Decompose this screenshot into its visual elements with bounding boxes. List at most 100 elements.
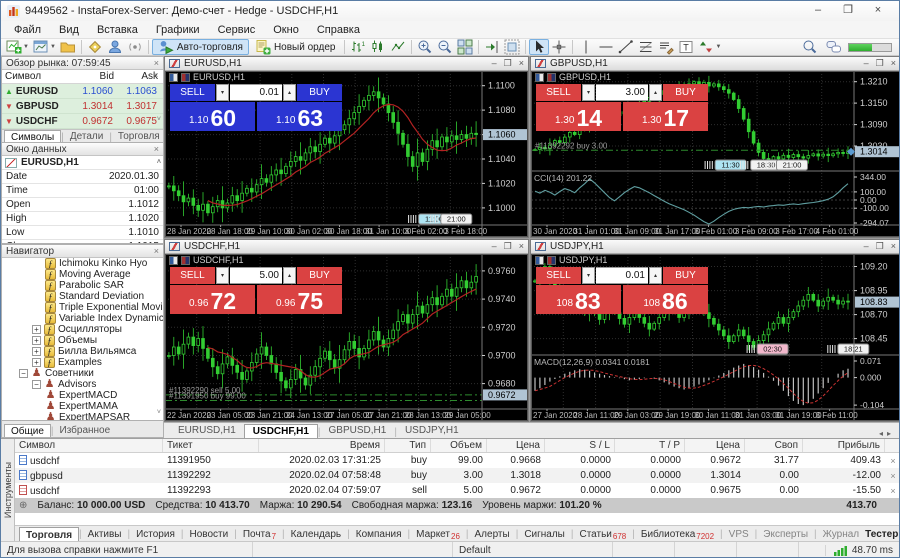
tile-windows-button[interactable]: [455, 39, 475, 55]
terminal-tab-Эксперты[interactable]: Эксперты: [757, 527, 814, 542]
expand-icon[interactable]: ⊕: [19, 500, 27, 511]
restore-icon[interactable]: ❐: [504, 241, 512, 252]
volume-input[interactable]: 3.00: [596, 84, 648, 101]
terminal-tab-Почта[interactable]: Почта7: [237, 527, 282, 542]
chart-window-titlebar[interactable]: GBPUSD,H1 – ❐ ×: [531, 57, 900, 71]
volume-increase-button[interactable]: ▴: [649, 84, 662, 101]
symbols-button[interactable]: [85, 39, 105, 55]
column-header-4[interactable]: Объем: [431, 439, 487, 452]
terminal-tab-Библиотека[interactable]: Библиотека7202: [635, 527, 720, 542]
buy-button[interactable]: BUY: [663, 267, 708, 284]
column-header-9[interactable]: Своп: [745, 439, 803, 452]
expand-toggle[interactable]: +: [32, 347, 41, 356]
chat-button[interactable]: [824, 39, 844, 55]
close-icon[interactable]: ×: [154, 59, 159, 68]
volume-input[interactable]: 0.01: [230, 84, 282, 101]
close-icon[interactable]: ×: [891, 58, 896, 69]
chart-tab-USDJPY,H1[interactable]: USDJPY,H1: [397, 424, 467, 438]
close-position-icon[interactable]: ×: [885, 456, 900, 466]
chart-canvas[interactable]: #11392290 sell 5.00#11391950 buy 99.000.…: [165, 254, 528, 421]
buy-button[interactable]: BUY: [297, 84, 342, 101]
cursor-button[interactable]: [529, 39, 549, 55]
expand-toggle[interactable]: +: [32, 325, 41, 334]
buy-button[interactable]: BUY: [663, 84, 708, 101]
volume-decrease-button[interactable]: ▾: [582, 267, 595, 284]
expand-toggle[interactable]: +: [32, 358, 41, 367]
signals-button[interactable]: [125, 39, 145, 55]
position-row[interactable]: usdchf 11392293 2020.02.04 07:59:07 sell…: [15, 483, 900, 498]
column-header-7[interactable]: T / P: [615, 439, 685, 452]
toolbox-side-tab[interactable]: Инструменты: [1, 439, 15, 542]
close-icon[interactable]: ×: [154, 247, 159, 256]
close-icon[interactable]: ×: [519, 241, 524, 252]
minimize-button[interactable]: –: [803, 3, 833, 19]
navigator-item[interactable]: +ƒОбъемы: [2, 335, 163, 346]
terminal-tab-Сигналы[interactable]: Сигналы: [518, 527, 571, 542]
tab-scroll-right-icon[interactable]: ▸: [887, 429, 895, 438]
data-folder-button[interactable]: [58, 39, 78, 55]
menu-5[interactable]: Окно: [264, 23, 308, 37]
terminal-tab-Статьи[interactable]: Статьи678: [573, 527, 632, 542]
expand-toggle[interactable]: −: [19, 369, 28, 378]
volume-increase-button[interactable]: ▴: [283, 267, 296, 284]
volume-decrease-button[interactable]: ▾: [216, 267, 229, 284]
status-profile[interactable]: Default: [453, 542, 613, 558]
menu-4[interactable]: Сервис: [209, 23, 265, 37]
chart-window-titlebar[interactable]: USDCHF,H1 – ❐ ×: [165, 240, 528, 254]
column-header-1[interactable]: Тикет: [163, 439, 259, 452]
navigator-item[interactable]: ♟ExpertMAMA: [2, 401, 163, 412]
column-header-5[interactable]: Цена: [487, 439, 545, 452]
navigator-item[interactable]: ƒTriple Exponential Movin: [2, 302, 163, 313]
sell-price-button[interactable]: 1.1060: [170, 102, 255, 131]
terminal-tab-Новости[interactable]: Новости: [183, 527, 234, 542]
close-icon[interactable]: ×: [891, 241, 896, 252]
expand-toggle[interactable]: −: [32, 380, 41, 389]
terminal-tab-Журнал[interactable]: Журнал: [817, 527, 866, 542]
fibo-button[interactable]: [636, 39, 656, 55]
menu-6[interactable]: Справка: [308, 23, 369, 37]
sell-button[interactable]: SELL: [536, 84, 581, 101]
navigator-item[interactable]: +ƒExamples: [2, 357, 163, 368]
chart-window-titlebar[interactable]: USDJPY,H1 – ❐ ×: [531, 240, 900, 254]
column-header-2[interactable]: Время: [259, 439, 385, 452]
volume-input[interactable]: 5.00: [230, 267, 282, 284]
close-icon[interactable]: ×: [154, 145, 159, 154]
column-header-3[interactable]: Тип: [385, 439, 431, 452]
sell-button[interactable]: SELL: [170, 267, 215, 284]
navigator-item[interactable]: ♟ExpertMACD: [2, 390, 163, 401]
new-chart-button[interactable]: ▼: [4, 39, 31, 55]
minimize-icon[interactable]: –: [864, 58, 869, 69]
navigator-item[interactable]: −♟Advisors: [2, 379, 163, 390]
chart-tab-EURUSD,H1[interactable]: EURUSD,H1: [170, 424, 244, 438]
column-header-8[interactable]: Цена: [685, 439, 745, 452]
navigator-tab-0[interactable]: Общие: [4, 424, 51, 437]
navigator-item[interactable]: ƒStandard Deviation: [2, 291, 163, 302]
volume-decrease-button[interactable]: ▾: [582, 84, 595, 101]
navigator-item[interactable]: ƒVariable Index Dynamic A: [2, 313, 163, 324]
sell-button[interactable]: SELL: [536, 267, 581, 284]
maximize-button[interactable]: ❐: [833, 3, 863, 19]
close-icon[interactable]: ×: [519, 58, 524, 69]
chart-canvas[interactable]: #11392292 buy 3.0011:3018:3021:001.32101…: [531, 71, 900, 237]
candles-button[interactable]: [368, 39, 388, 55]
autotrade-button[interactable]: Авто-торговля: [152, 39, 249, 55]
volume-decrease-button[interactable]: ▾: [216, 84, 229, 101]
navigator-item[interactable]: ♟ExpertMAPSAR: [2, 412, 163, 420]
search-button[interactable]: [800, 39, 820, 55]
terminal-tab-Компания[interactable]: Компания: [350, 527, 408, 542]
chart-tab-GBPUSD,H1[interactable]: GBPUSD,H1: [321, 424, 395, 438]
zoom-in-button[interactable]: [415, 39, 435, 55]
column-header-0[interactable]: Символ: [15, 439, 163, 452]
volume-input[interactable]: 0.01: [596, 267, 648, 284]
terminal-tab-Активы[interactable]: Активы: [82, 527, 128, 542]
menu-2[interactable]: Вставка: [88, 23, 147, 37]
restore-icon[interactable]: ❐: [876, 241, 884, 252]
restore-icon[interactable]: ❐: [876, 58, 884, 69]
sell-price-button[interactable]: 0.9672: [170, 285, 255, 314]
templates-button[interactable]: [502, 39, 522, 55]
close-button[interactable]: ×: [863, 3, 893, 19]
buy-button[interactable]: BUY: [297, 267, 342, 284]
market-watch-row[interactable]: ▼GBPUSD 1.3014 1.3017: [2, 99, 163, 114]
chart-tab-USDCHF,H1[interactable]: USDCHF,H1: [244, 424, 318, 438]
minimize-icon[interactable]: –: [492, 58, 497, 69]
